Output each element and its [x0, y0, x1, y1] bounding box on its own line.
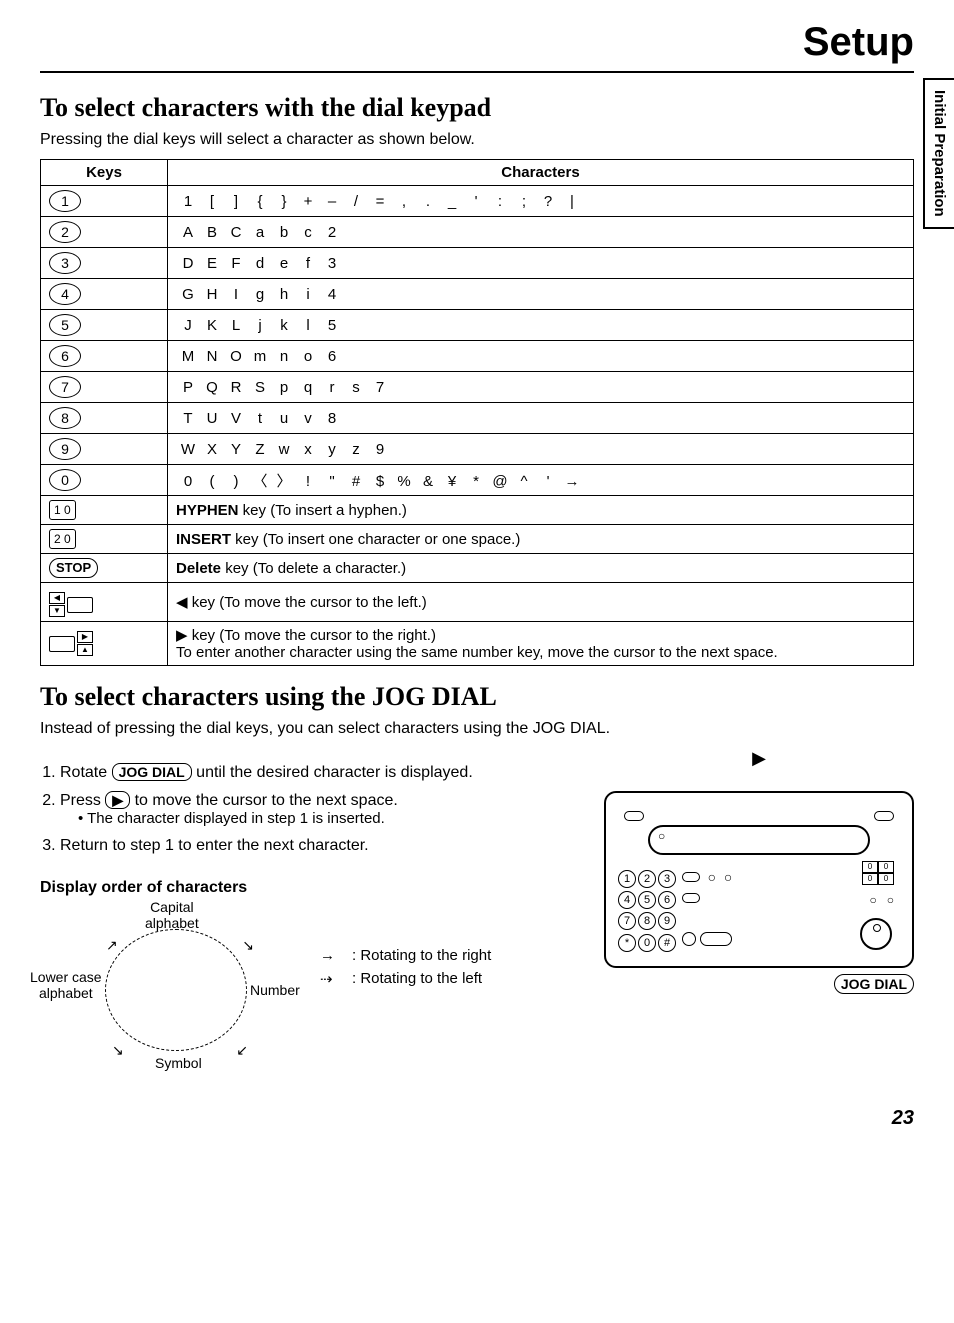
table-row: 4GHIghi4: [41, 279, 914, 310]
page-header-title: Setup: [40, 20, 914, 73]
character-table: Keys Characters 11[]{}+–/=,._':;?|2ABCab…: [40, 159, 914, 666]
table-row: 9WXYZwxyz9: [41, 434, 914, 465]
callout-arrow-icon: ▶: [604, 748, 914, 769]
jog-dial-steps: Rotate JOG DIAL until the desired charac…: [40, 764, 584, 855]
side-tab-initial-preparation: Initial Preparation: [923, 78, 954, 229]
jog-dial-label: JOG DIAL: [604, 976, 914, 994]
dial-key-icon: 4: [49, 283, 81, 305]
table-row: 2ABCabc2: [41, 217, 914, 248]
section-heading-dial-keypad: To select characters with the dial keypa…: [40, 93, 914, 123]
dial-key-icon: 8: [49, 407, 81, 429]
section2-intro: Instead of pressing the dial keys, you c…: [40, 720, 914, 738]
dial-key-icon: 9: [49, 438, 81, 460]
jog-dial-icon: [860, 918, 892, 950]
dial-key-icon: 0: [49, 469, 81, 491]
dial-key-icon: 2: [49, 221, 81, 243]
section-heading-jog-dial: To select characters using the JOG DIAL: [40, 682, 914, 712]
rotation-legend: →: Rotating to the right ⇢: Rotating to …: [320, 947, 491, 994]
cursor-left-key-icon: ◀▼: [49, 592, 93, 617]
table-row: 6MNOmno6: [41, 341, 914, 372]
dial-key-icon: 3: [49, 252, 81, 274]
table-row: 2 0INSERT key (To insert one character o…: [41, 525, 914, 554]
stop-key-icon: STOP: [49, 558, 98, 578]
dial-key-icon: 6: [49, 345, 81, 367]
list-item: Return to step 1 to enter the next chara…: [60, 837, 584, 855]
list-item: Press ▶ to move the cursor to the next s…: [60, 792, 584, 827]
table-row: 5JKLjkl5: [41, 310, 914, 341]
function-key-icon: 1 0: [49, 500, 76, 520]
function-key-icon: 2 0: [49, 529, 76, 549]
cursor-right-key-icon: ▶▲: [49, 631, 93, 656]
table-row: 00()〈〉!"#$%&¥*@^'→: [41, 465, 914, 496]
device-illustration: 123 ○ ○ 456 789 *0# 0000 ○ ○: [604, 791, 914, 968]
page-number: 23: [40, 1107, 914, 1130]
section1-intro: Pressing the dial keys will select a cha…: [40, 131, 914, 149]
dial-key-icon: 7: [49, 376, 81, 398]
display-order-diagram: Capital alphabet Number Symbol Lower cas…: [50, 907, 310, 1077]
table-row: 7PQRSpqrs7: [41, 372, 914, 403]
table-row: 1 0HYPHEN key (To insert a hyphen.): [41, 496, 914, 525]
dial-key-icon: 1: [49, 190, 81, 212]
table-row: 11[]{}+–/=,._':;?|: [41, 186, 914, 217]
table-row: ▶▲▶ key (To move the cursor to the right…: [41, 622, 914, 666]
col-header-characters: Characters: [168, 160, 914, 186]
table-row: 3DEFdef3: [41, 248, 914, 279]
table-row: ◀▼◀ key (To move the cursor to the left.…: [41, 583, 914, 622]
display-order-heading: Display order of characters: [40, 879, 584, 897]
col-header-keys: Keys: [41, 160, 168, 186]
list-item: Rotate JOG DIAL until the desired charac…: [60, 764, 584, 782]
dial-key-icon: 5: [49, 314, 81, 336]
right-arrow-key-icon: ▶: [105, 791, 130, 809]
jog-dial-key-icon: JOG DIAL: [112, 763, 192, 781]
table-row: 8TUVtuv8: [41, 403, 914, 434]
table-row: STOPDelete key (To delete a character.): [41, 554, 914, 583]
